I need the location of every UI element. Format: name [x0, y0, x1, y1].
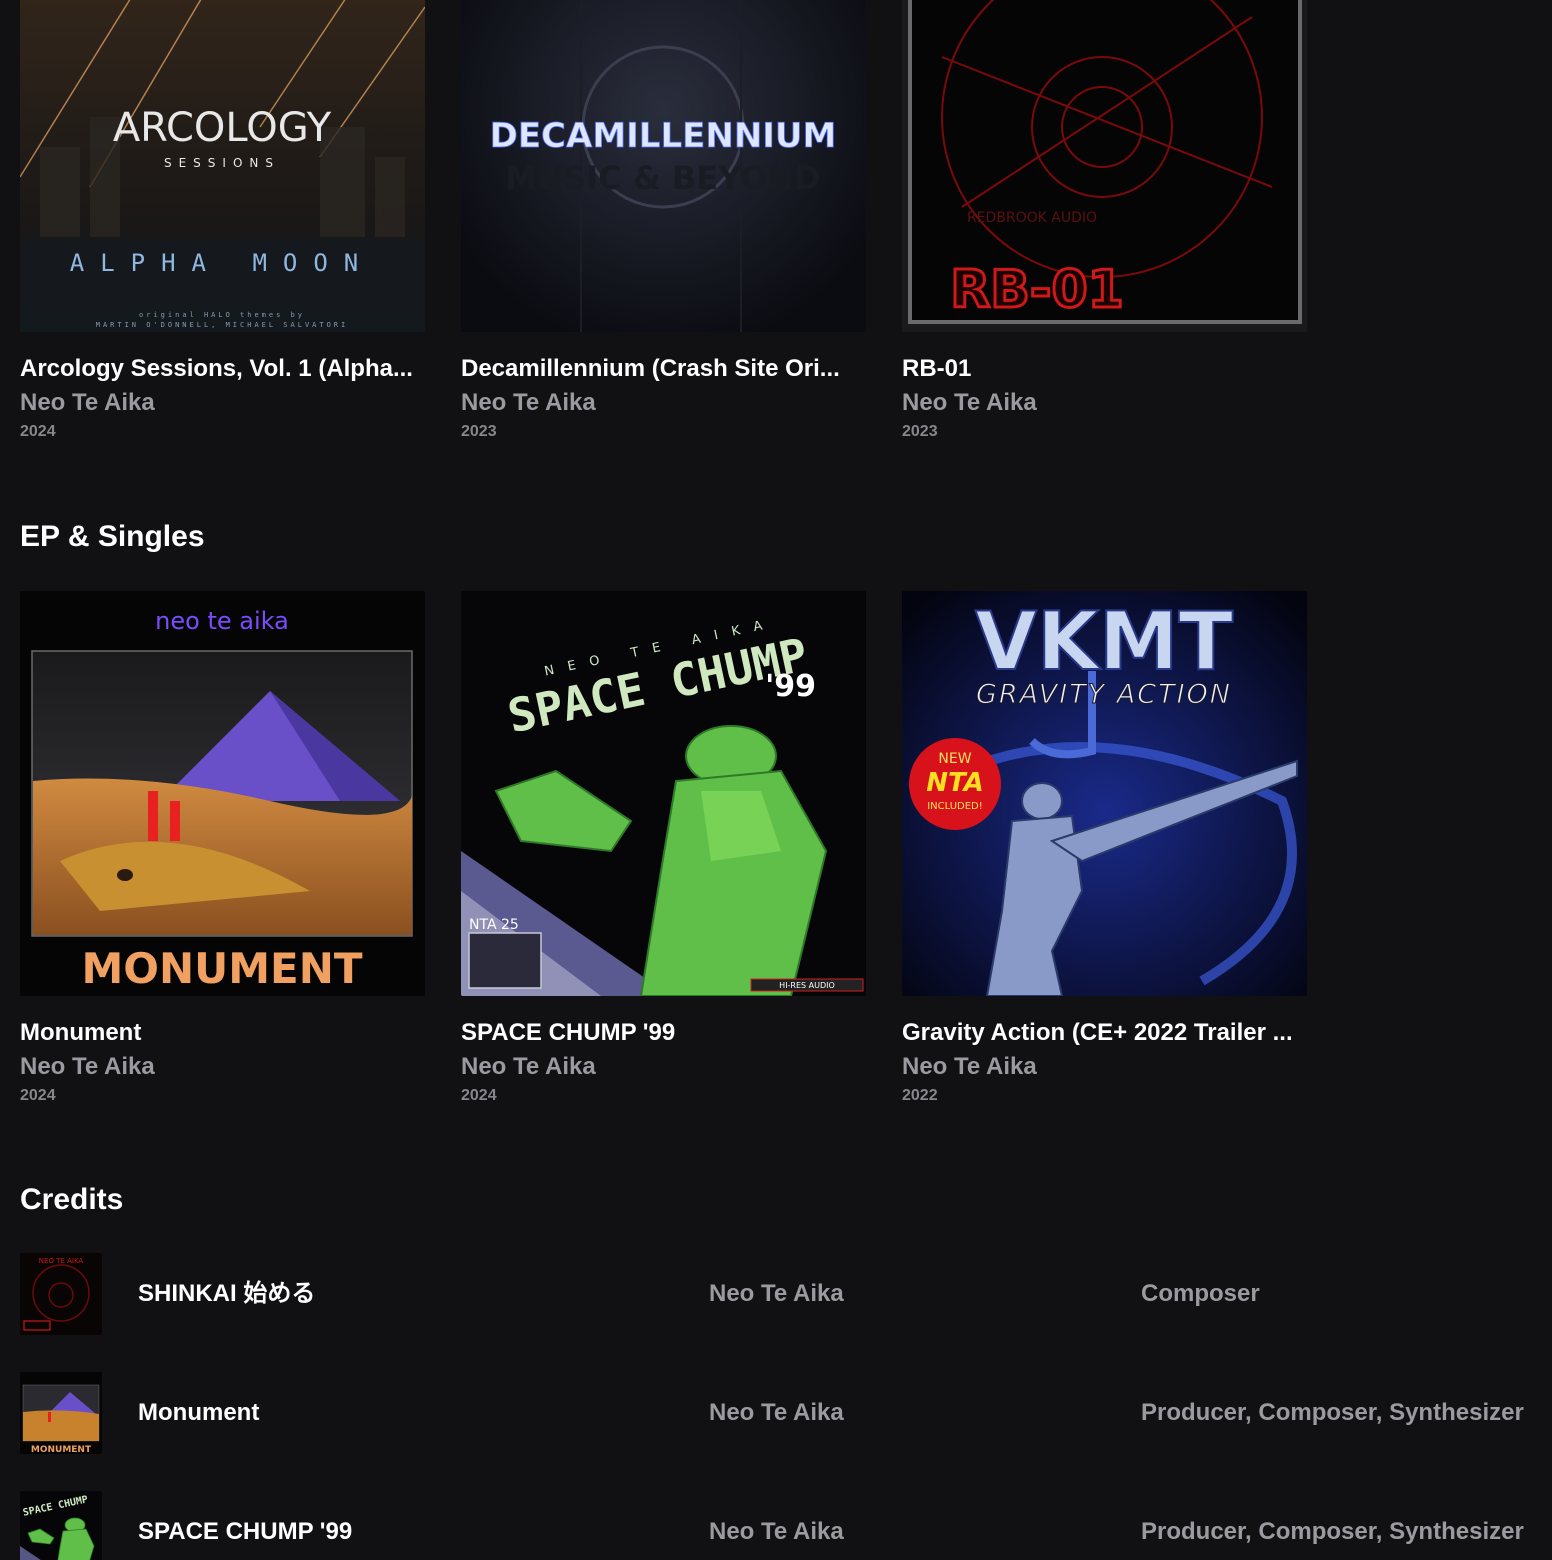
credit-art: SPACE CHUMP: [20, 1491, 102, 1560]
singles-grid: neo te aika MONUMENT Monument Neo Te Aik…: [20, 591, 1307, 1106]
thumb-text: NEO TE AIKA: [39, 1257, 84, 1265]
album-art: DECAMILLENNIUM MUSIC & BEYOND: [461, 0, 866, 332]
single-art: NEO TE AIKA SPACE CHUMP '99 NTA 25 HI-RE…: [461, 591, 866, 996]
single-artist[interactable]: Neo Te Aika: [461, 1052, 866, 1082]
single-cover[interactable]: NEO TE AIKA SPACE CHUMP '99 NTA 25 HI-RE…: [461, 591, 866, 996]
albums-grid: ARCOLOGY SESSIONS ALPHA MOON original HA…: [20, 0, 1307, 442]
cover-small-text: MARTIN O'DONNELL, MICHAEL SALVATORI: [96, 321, 349, 329]
album-title[interactable]: Arcology Sessions, Vol. 1 (Alpha...: [20, 354, 425, 384]
credits-list: NEO TE AIKA SHINKAI 始める Neo Te Aika Comp…: [20, 1253, 1552, 1560]
cover-sub-text: GRAVITY ACTION: [976, 679, 1232, 710]
single-title[interactable]: Gravity Action (CE+ 2022 Trailer ...: [902, 1018, 1307, 1048]
single-title[interactable]: Monument: [20, 1018, 425, 1048]
album-art: REDBROOK AUDIO RB-01: [902, 0, 1307, 332]
credit-thumbnail[interactable]: NEO TE AIKA: [20, 1253, 102, 1335]
sticker-text: INCLUDED!: [927, 801, 983, 812]
single-year: 2024: [20, 1087, 56, 1104]
album-year: 2023: [461, 423, 497, 440]
single-artist[interactable]: Neo Te Aika: [20, 1052, 425, 1082]
credit-role: Producer, Composer, Synthesizer: [1141, 1399, 1524, 1426]
credit-artist[interactable]: Neo Te Aika: [709, 1398, 844, 1428]
single-year: 2022: [902, 1087, 938, 1104]
single-artist[interactable]: Neo Te Aika: [902, 1052, 1307, 1082]
credit-row[interactable]: MONUMENT Monument Neo Te Aika Producer, …: [20, 1372, 1552, 1491]
album-year: 2023: [902, 423, 938, 440]
credit-title[interactable]: SPACE CHUMP '99: [138, 1517, 352, 1547]
single-cover[interactable]: VKMT GRAVITY ACTION NEW NTA INCLUDED!: [902, 591, 1307, 996]
credit-thumbnail[interactable]: MONUMENT: [20, 1372, 102, 1454]
album-cover[interactable]: ARCOLOGY SESSIONS ALPHA MOON original HA…: [20, 0, 425, 332]
album-cover[interactable]: DECAMILLENNIUM MUSIC & BEYOND: [461, 0, 866, 332]
single-year: 2024: [461, 1087, 497, 1104]
album-card[interactable]: REDBROOK AUDIO RB-01 RB-01 Neo Te Aika 2…: [902, 0, 1307, 442]
credit-art: NEO TE AIKA: [20, 1253, 102, 1335]
album-artist[interactable]: Neo Te Aika: [20, 388, 425, 418]
album-card[interactable]: DECAMILLENNIUM MUSIC & BEYOND Decamillen…: [461, 0, 866, 442]
credit-row[interactable]: NEO TE AIKA SHINKAI 始める Neo Te Aika Comp…: [20, 1253, 1552, 1372]
cover-num-text: '99: [765, 669, 816, 704]
cover-sub-text: REDBROOK AUDIO: [967, 210, 1097, 226]
credit-role: Composer: [1141, 1280, 1260, 1307]
sticker-text: NEW: [938, 751, 971, 767]
cover-main-text: DECAMILLENNIUM: [490, 116, 837, 156]
album-art: ARCOLOGY SESSIONS ALPHA MOON original HA…: [20, 0, 425, 332]
cover-main-text: ARCOLOGY: [113, 105, 332, 151]
credit-artist[interactable]: Neo Te Aika: [709, 1279, 844, 1309]
single-card[interactable]: neo te aika MONUMENT Monument Neo Te Aik…: [20, 591, 425, 1106]
cover-badge-text: NTA 25: [469, 917, 519, 933]
cover-main-text: MONUMENT: [81, 944, 362, 993]
section-title-singles: EP & Singles: [20, 520, 205, 553]
single-art: VKMT GRAVITY ACTION NEW NTA INCLUDED!: [902, 591, 1307, 996]
credit-title[interactable]: Monument: [138, 1398, 259, 1428]
album-card[interactable]: ARCOLOGY SESSIONS ALPHA MOON original HA…: [20, 0, 425, 442]
credit-thumbnail[interactable]: SPACE CHUMP: [20, 1491, 102, 1560]
thumb-text: MONUMENT: [31, 1445, 92, 1454]
cover-main-text: RB-01: [950, 260, 1124, 320]
cover-main-text: VKMT: [975, 595, 1234, 688]
single-cover[interactable]: neo te aika MONUMENT: [20, 591, 425, 996]
credit-art: MONUMENT: [20, 1372, 102, 1454]
credit-row[interactable]: SPACE CHUMP SPACE CHUMP '99 Neo Te Aika …: [20, 1491, 1552, 1560]
cover-hires-text: HI-RES AUDIO: [779, 981, 835, 990]
cover-line-text: ALPHA MOON: [70, 249, 375, 277]
single-title[interactable]: SPACE CHUMP '99: [461, 1018, 866, 1048]
album-title[interactable]: Decamillennium (Crash Site Ori...: [461, 354, 866, 384]
single-art: neo te aika MONUMENT: [20, 591, 425, 996]
cover-sub-text: MUSIC & BEYOND: [505, 159, 820, 197]
section-title-credits: Credits: [20, 1183, 124, 1216]
album-artist[interactable]: Neo Te Aika: [461, 388, 866, 418]
credit-title[interactable]: SHINKAI 始める: [138, 1279, 315, 1309]
nta-logo-icon: [468, 932, 542, 989]
single-card[interactable]: VKMT GRAVITY ACTION NEW NTA INCLUDED! Gr…: [902, 591, 1307, 1106]
album-year: 2024: [20, 423, 56, 440]
single-card[interactable]: NEO TE AIKA SPACE CHUMP '99 NTA 25 HI-RE…: [461, 591, 866, 1106]
album-artist[interactable]: Neo Te Aika: [902, 388, 1307, 418]
artist-page: ARCOLOGY SESSIONS ALPHA MOON original HA…: [0, 0, 1552, 1560]
cover-sub-text: SESSIONS: [164, 156, 280, 170]
credit-role: Producer, Composer, Synthesizer: [1141, 1518, 1524, 1545]
cover-small-text: original HALO themes by: [139, 311, 305, 319]
sticker-text: NTA: [926, 768, 984, 798]
cover-top-text: neo te aika: [155, 607, 289, 635]
credit-artist[interactable]: Neo Te Aika: [709, 1517, 844, 1547]
album-cover[interactable]: REDBROOK AUDIO RB-01: [902, 0, 1307, 332]
album-title[interactable]: RB-01: [902, 354, 1307, 384]
